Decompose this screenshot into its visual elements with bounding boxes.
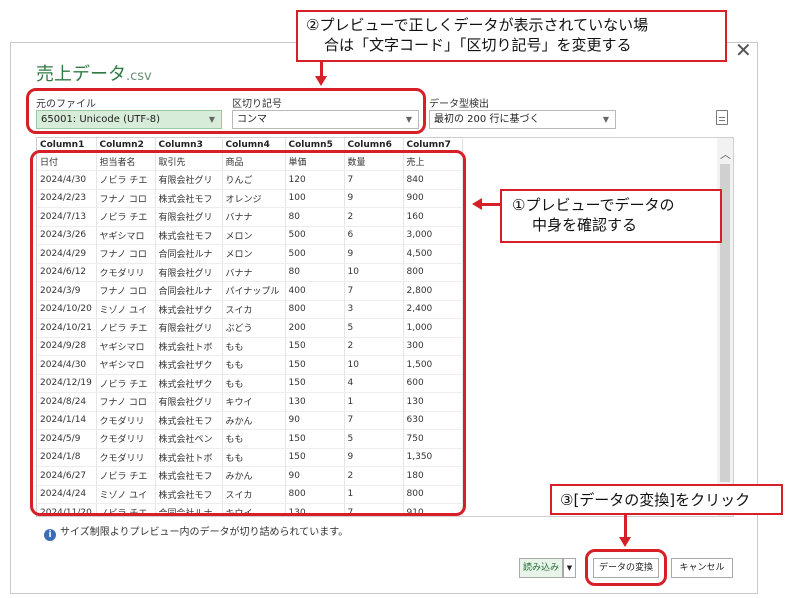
highlight-preview: [30, 150, 466, 516]
chevron-down-icon: ▼: [566, 564, 573, 572]
callout-step2-line2: 合は「文字コード」「区切り記号」を変更する: [324, 36, 632, 54]
chevron-up-icon[interactable]: ︿: [720, 146, 731, 162]
highlight-fields: [26, 88, 426, 134]
detect-select[interactable]: 最初の 200 行に基づく ▼: [429, 110, 616, 129]
arrow-step1: [482, 203, 500, 206]
close-icon[interactable]: ✕: [735, 40, 752, 60]
info-icon: i: [44, 529, 56, 541]
dialog-title: 売上データ.csv: [36, 60, 152, 86]
callout-step1-line2: 中身を確認する: [532, 216, 638, 234]
arrow-step1-head: [472, 198, 482, 210]
chevron-down-icon: ▼: [602, 115, 609, 124]
file-name: 売上データ: [36, 64, 126, 85]
detect-label: データ型検出: [429, 99, 489, 110]
callout-step1-line1: ①プレビューでデータの: [512, 196, 675, 214]
info-text: サイズ制限よりプレビュー内のデータが切り詰められています。: [60, 527, 349, 538]
load-button[interactable]: 読み込み: [519, 558, 563, 578]
arrow-step3: [624, 515, 627, 539]
arrow-step2-head: [315, 76, 327, 86]
arrow-step3-head: [619, 537, 631, 547]
callout-step3-text: ③[データの変換]をクリック: [560, 491, 751, 509]
highlight-transform: [585, 549, 667, 586]
detect-value: 最初の 200 行に基づく: [434, 114, 540, 125]
callout-step1: ①プレビューでデータの 中身を確認する: [500, 189, 722, 243]
callout-step3: ③[データの変換]をクリック: [550, 484, 783, 515]
callout-step2-line1: ②プレビューで正しくデータが表示されていない場: [306, 16, 649, 34]
info-message: i サイズ制限よりプレビュー内のデータが切り詰められています。: [44, 523, 348, 541]
file-extension: .csv: [126, 69, 152, 84]
load-dropdown-button[interactable]: ▼: [563, 558, 576, 578]
cancel-button[interactable]: キャンセル: [671, 558, 733, 578]
callout-step2: ②プレビューで正しくデータが表示されていない場 合は「文字コード」「区切り記号」…: [296, 10, 727, 62]
document-icon[interactable]: [716, 110, 728, 125]
